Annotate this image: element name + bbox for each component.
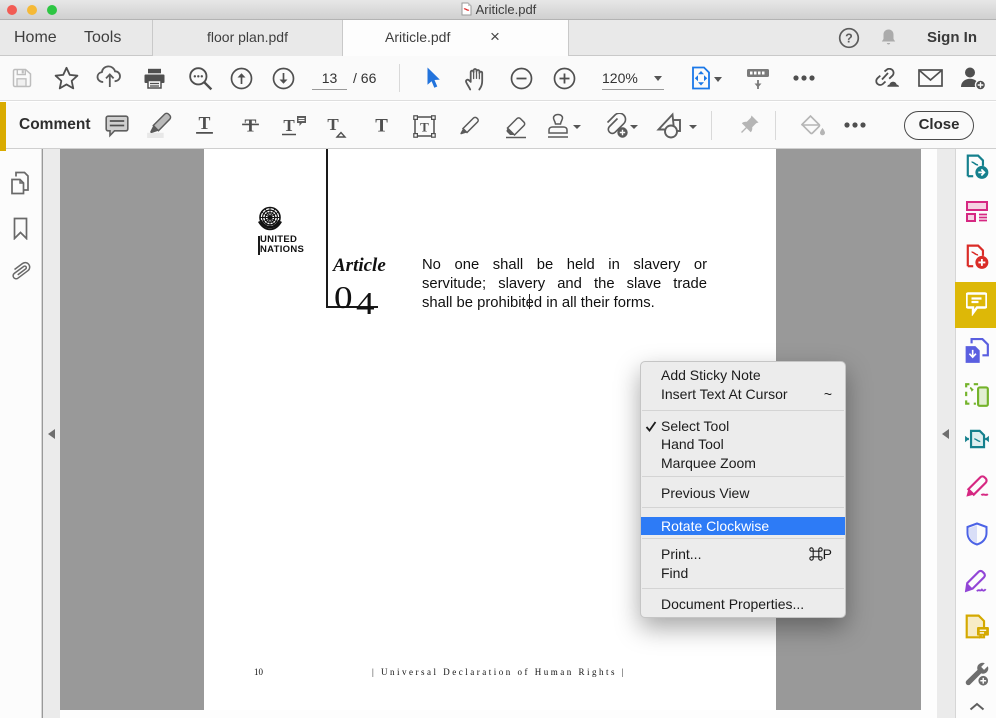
svg-text:T: T xyxy=(327,116,339,134)
svg-text:T: T xyxy=(420,120,429,135)
svg-text:?: ? xyxy=(845,32,853,46)
svg-text:T: T xyxy=(283,116,295,135)
svg-text:T: T xyxy=(375,115,388,136)
svg-text:T: T xyxy=(199,114,211,133)
